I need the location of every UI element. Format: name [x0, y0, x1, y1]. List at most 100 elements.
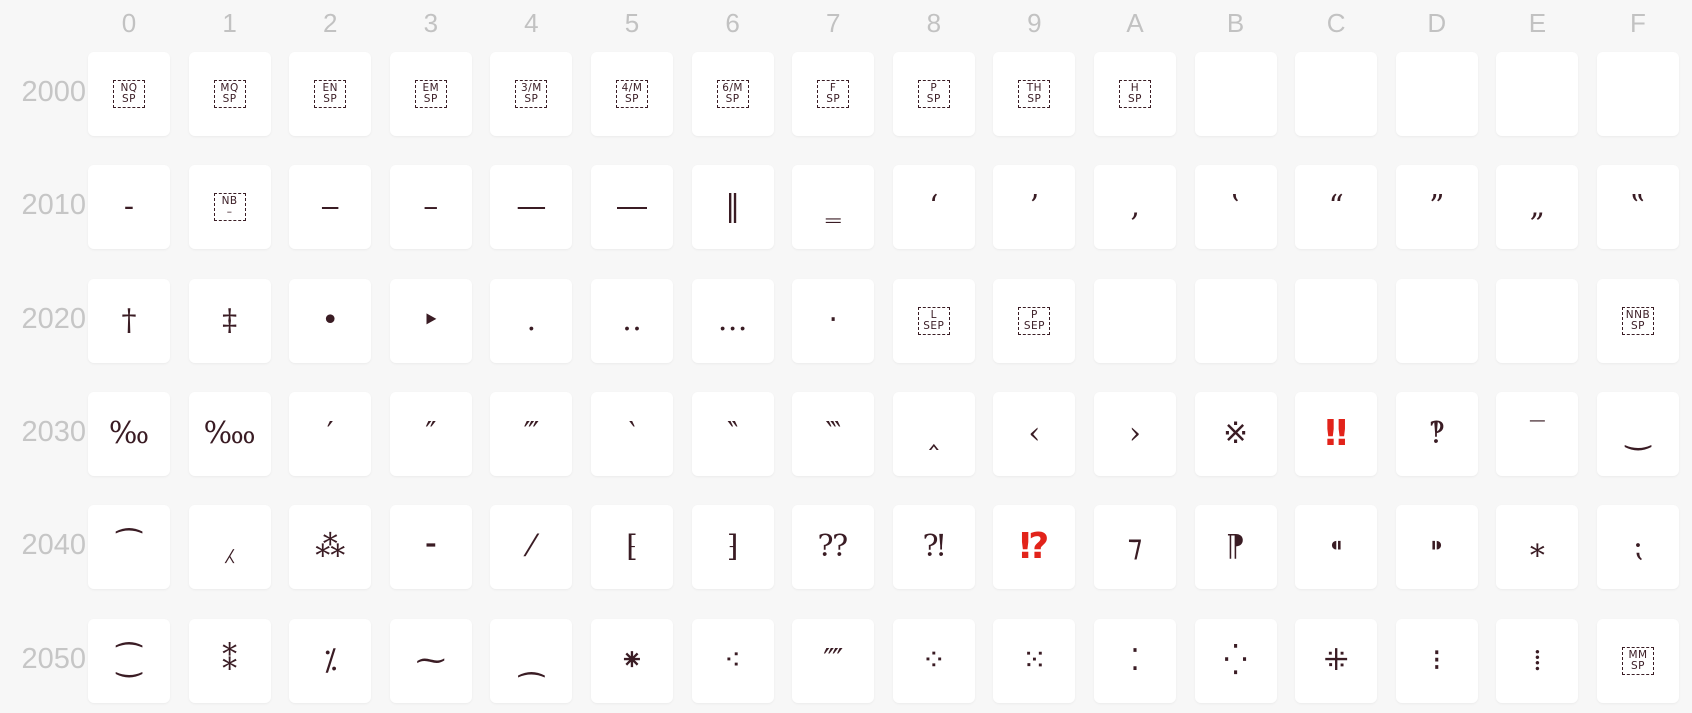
empty-glyph-cell[interactable]	[1094, 278, 1176, 363]
empty-glyph-cell[interactable]	[1194, 52, 1277, 136]
glyph-cell[interactable]: ⁇	[792, 505, 875, 590]
glyph-cell[interactable]: NNB SP	[1597, 278, 1679, 363]
empty-glyph-cell[interactable]	[1395, 52, 1478, 136]
empty-glyph-cell[interactable]	[1295, 52, 1378, 136]
glyph-cell[interactable]: …	[691, 278, 774, 363]
empty-glyph-cell[interactable]	[1496, 278, 1579, 363]
glyph-cell[interactable]: ⁗	[792, 618, 875, 703]
glyph-cell[interactable]: EN SP	[289, 52, 372, 136]
glyph-cell[interactable]: ⁉	[993, 505, 1076, 590]
glyph-cell[interactable]: “	[1295, 165, 1378, 250]
empty-glyph-cell[interactable]	[1395, 278, 1478, 363]
empty-glyph-cell[interactable]	[1194, 278, 1277, 363]
empty-glyph-cell[interactable]	[1295, 278, 1378, 363]
glyph-cell[interactable]: ‹	[993, 391, 1076, 476]
glyph-cell[interactable]: ‸	[892, 391, 975, 476]
glyph-cell[interactable]: TH SP	[993, 52, 1076, 136]
glyph-cell[interactable]: ’	[993, 165, 1076, 250]
glyph-cell[interactable]: ‟	[1597, 165, 1679, 250]
glyph-cell[interactable]: 3/M SP	[490, 52, 573, 136]
control-char-abbreviation: EN SP	[314, 80, 347, 108]
glyph-cell[interactable]: ‱	[188, 391, 271, 476]
glyph-cell[interactable]: L SEP	[892, 278, 975, 363]
glyph-cell[interactable]: ⁚	[1094, 618, 1176, 703]
glyph-cell[interactable]: ⁛	[1194, 618, 1277, 703]
glyph-cell[interactable]: ⁕	[591, 618, 673, 703]
glyph-cell[interactable]: ′	[289, 391, 372, 476]
glyph-cell[interactable]: ⁁	[188, 505, 271, 590]
glyph-cell[interactable]: ⁆	[691, 505, 774, 590]
glyph-cell[interactable]: ⁋	[1194, 505, 1277, 590]
glyph-cell[interactable]: MM SP	[1597, 618, 1679, 703]
glyph-cell[interactable]: H SP	[1094, 52, 1176, 136]
glyph-cell[interactable]: ⁘	[892, 618, 975, 703]
glyph-cell[interactable]: ‚	[1094, 165, 1176, 250]
glyph-cell[interactable]: MQ SP	[188, 52, 271, 136]
glyph-character: ⁘	[921, 642, 947, 678]
glyph-character: ⁈	[922, 529, 946, 565]
glyph-cell[interactable]: ‷	[792, 391, 875, 476]
glyph-cell[interactable]: ‣	[389, 278, 472, 363]
glyph-cell[interactable]: ⁒	[289, 618, 372, 703]
glyph-cell[interactable]: ‴	[490, 391, 573, 476]
glyph-cell[interactable]: ⁌	[1295, 505, 1378, 590]
glyph-cell[interactable]: ⁊	[1094, 505, 1176, 590]
glyph-cell[interactable]: ‛	[1194, 165, 1277, 250]
glyph-cell[interactable]: ⁐	[88, 618, 170, 703]
glyph-cell[interactable]: †	[88, 278, 170, 363]
glyph-cell[interactable]: •	[289, 278, 372, 363]
glyph-cell[interactable]: ‥	[591, 278, 673, 363]
glyph-cell[interactable]: ‡	[188, 278, 271, 363]
glyph-cell[interactable]: ⁎	[1496, 505, 1579, 590]
glyph-cell[interactable]: 6/M SP	[691, 52, 774, 136]
glyph-cell[interactable]: ―	[591, 165, 673, 250]
glyph-cell[interactable]: ‾	[1496, 391, 1579, 476]
glyph-cell[interactable]: ⁈	[892, 505, 975, 590]
glyph-cell[interactable]: ⁃	[389, 505, 472, 590]
glyph-cell[interactable]: ‒	[289, 165, 372, 250]
glyph-cell[interactable]: ‿	[1597, 391, 1679, 476]
glyph-cell[interactable]: ⁏	[1597, 505, 1679, 590]
glyph-cell[interactable]: ‧	[792, 278, 875, 363]
glyph-cell[interactable]: ⁜	[1295, 618, 1378, 703]
glyph-cell[interactable]: ‵	[591, 391, 673, 476]
glyph-cell[interactable]: ⁔	[490, 618, 573, 703]
glyph-cell[interactable]: ※	[1194, 391, 1277, 476]
glyph-cell[interactable]: F SP	[792, 52, 875, 136]
glyph-cell[interactable]: ‽	[1395, 391, 1478, 476]
glyph-cell[interactable]: ″	[389, 391, 472, 476]
glyph-cell[interactable]: ‐	[88, 165, 170, 250]
glyph-cell[interactable]: ⁖	[691, 618, 774, 703]
glyph-cell[interactable]: ‖	[691, 165, 774, 250]
glyph-cell[interactable]: P SP	[892, 52, 975, 136]
glyph-cell[interactable]: NQ SP	[88, 52, 170, 136]
glyph-cell[interactable]: ‰	[88, 391, 170, 476]
glyph-cell[interactable]: ⁍	[1395, 505, 1478, 590]
glyph-cell[interactable]: —	[490, 165, 573, 250]
glyph-cell[interactable]: ⁅	[591, 505, 673, 590]
glyph-cell[interactable]: P SEP	[993, 278, 1076, 363]
glyph-cell[interactable]: ․	[490, 278, 573, 363]
glyph-cell[interactable]: ⁞	[1496, 618, 1579, 703]
empty-glyph-cell[interactable]	[1597, 52, 1679, 136]
glyph-cell[interactable]: ⁀	[88, 505, 170, 590]
glyph-cell[interactable]: ⁂	[289, 505, 372, 590]
glyph-cell[interactable]: ⁄	[490, 505, 573, 590]
glyph-cell[interactable]: ‼	[1295, 391, 1378, 476]
glyph-cell[interactable]: ‘	[892, 165, 975, 250]
glyph-cell[interactable]: ‶	[691, 391, 774, 476]
glyph-cell[interactable]: EM SP	[389, 52, 472, 136]
glyph-cell[interactable]: ⁙	[993, 618, 1076, 703]
glyph-cell[interactable]: NB –	[188, 165, 271, 250]
glyph-cell[interactable]: ⁝	[1395, 618, 1478, 703]
glyph-cell[interactable]: ⁑	[188, 618, 271, 703]
glyph-character: ‹	[1028, 415, 1041, 451]
glyph-cell[interactable]: –	[389, 165, 472, 250]
glyph-cell[interactable]: „	[1496, 165, 1579, 250]
glyph-cell[interactable]: ›	[1094, 391, 1176, 476]
glyph-cell[interactable]: ‗	[792, 165, 875, 250]
glyph-cell[interactable]: 4/M SP	[591, 52, 673, 136]
empty-glyph-cell[interactable]	[1496, 52, 1579, 136]
glyph-cell[interactable]: ⁓	[389, 618, 472, 703]
glyph-cell[interactable]: ”	[1395, 165, 1478, 250]
